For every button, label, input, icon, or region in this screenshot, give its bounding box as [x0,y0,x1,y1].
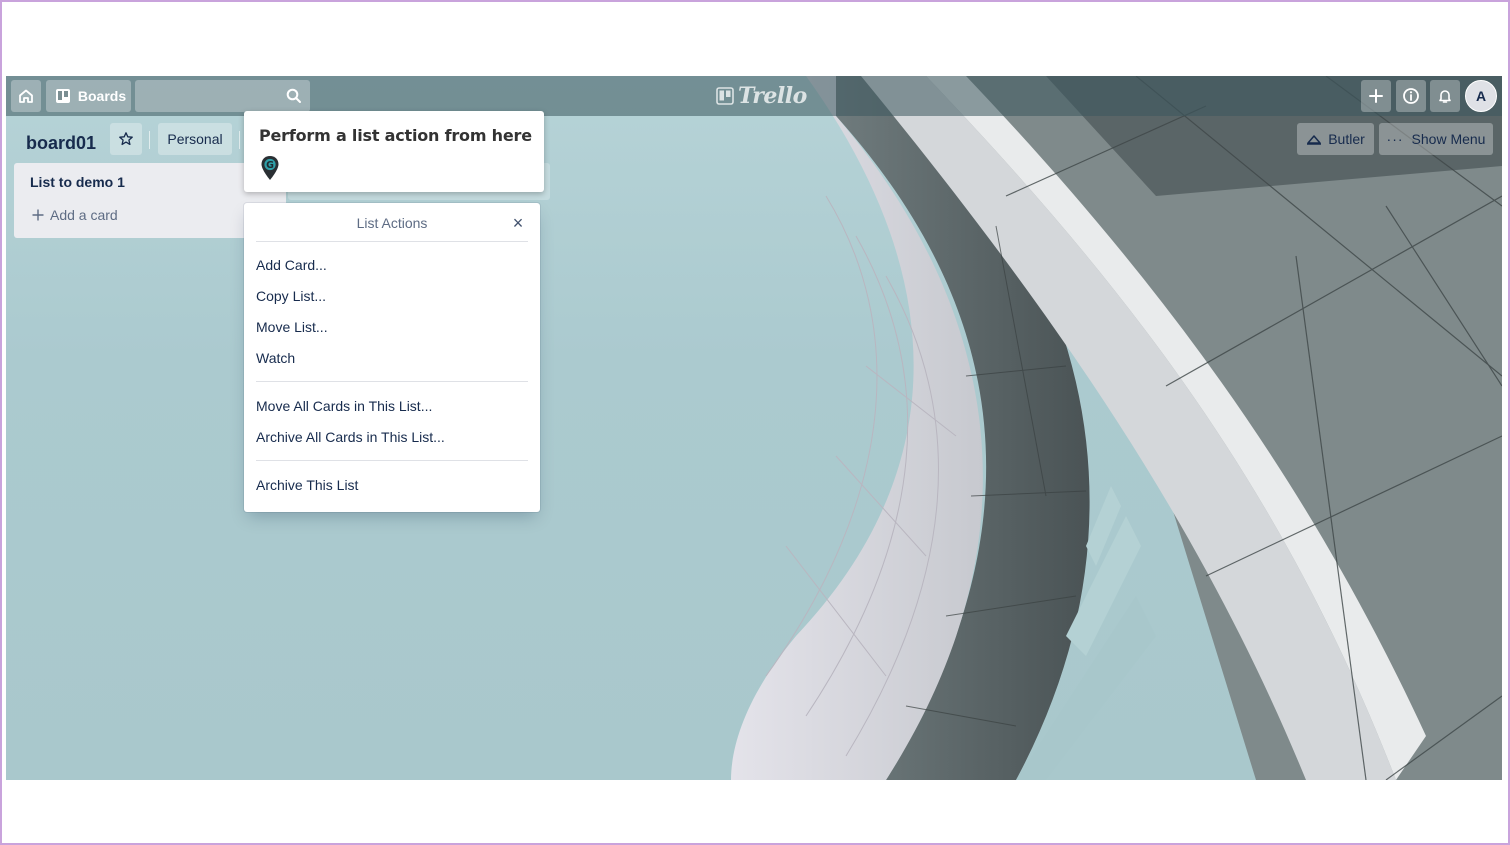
home-icon [19,89,33,103]
board-header-divider [239,131,240,149]
guide-tooltip-text: Perform a list action from here [259,126,532,145]
watch-menu-item[interactable]: Watch [256,344,528,372]
plus-icon [32,209,44,221]
search-icon [286,88,301,103]
star-board-button[interactable] [110,123,142,155]
popover-divider [256,460,528,461]
guide-tooltip: Perform a list action from here G [244,111,544,192]
home-button[interactable] [11,80,41,112]
butler-label: Butler [1328,131,1365,147]
close-icon[interactable]: × [508,213,528,233]
bell-icon [1439,90,1451,103]
list-title[interactable]: List to demo 1 [30,174,125,190]
board-title[interactable]: board01 [26,127,96,159]
member-avatar[interactable]: A [1465,80,1497,112]
create-button[interactable] [1361,80,1391,112]
trello-logo-icon [716,87,734,105]
trello-logo-text: Trello [738,83,807,109]
board-visibility-button[interactable]: Personal [158,123,232,155]
add-card-label: Add a card [50,207,118,223]
archive-list-menu-item[interactable]: Archive This List [256,471,528,499]
info-icon [1403,88,1419,104]
board-header-divider [149,131,150,149]
boards-button[interactable]: Boards [46,80,131,112]
popover-divider [256,381,528,382]
star-icon [119,132,133,146]
add-card-button[interactable]: Add a card [32,207,118,223]
popover-title: List Actions [356,215,428,231]
boards-icon [55,89,70,103]
show-menu-label: Show Menu [1411,131,1486,147]
trello-board-view: Boards Trello A board01 Personal Butler … [6,76,1502,780]
move-list-menu-item[interactable]: Move List... [256,313,528,341]
move-all-cards-menu-item[interactable]: Move All Cards in This List... [256,392,528,420]
butler-button[interactable]: Butler [1297,123,1374,155]
copy-list-menu-item[interactable]: Copy List... [256,282,528,310]
list-actions-popover: List Actions × Add Card... Copy List... … [244,203,540,512]
trello-logo[interactable]: Trello [716,83,807,109]
information-button[interactable] [1396,80,1426,112]
top-header-bar: Boards Trello A [6,76,1502,116]
archive-all-cards-menu-item[interactable]: Archive All Cards in This List... [256,423,528,451]
ellipsis-icon: ··· [1386,131,1404,147]
butler-icon [1307,135,1322,145]
popover-divider [256,241,528,242]
plus-icon [1369,89,1383,103]
add-card-menu-item[interactable]: Add Card... [256,251,528,279]
boards-label: Boards [77,88,127,104]
location-pin-icon[interactable]: G [260,155,280,181]
show-menu-button[interactable]: ··· Show Menu [1379,123,1493,155]
pin-letter: G [266,160,274,171]
search-input[interactable] [135,80,310,112]
notifications-button[interactable] [1430,80,1460,112]
